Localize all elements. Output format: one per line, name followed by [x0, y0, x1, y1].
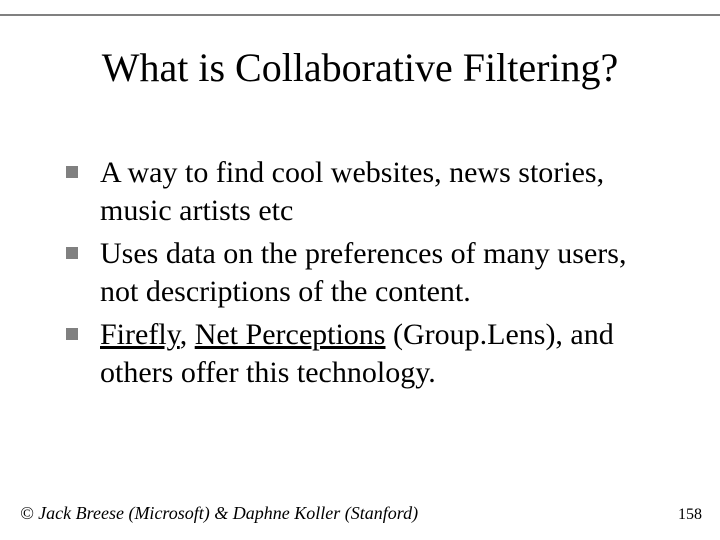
top-rule	[0, 14, 720, 16]
square-bullet-icon	[66, 166, 78, 178]
page-number: 158	[678, 506, 702, 524]
slide-title: What is Collaborative Filtering?	[0, 44, 720, 91]
bullet-sep: ,	[180, 318, 195, 351]
bullet-text: Uses data on the preferences of many use…	[100, 237, 626, 308]
list-item: Uses data on the preferences of many use…	[60, 235, 670, 310]
link-net-perceptions[interactable]: Net Perceptions	[195, 318, 386, 351]
bullet-text: A way to find cool websites, news storie…	[100, 156, 604, 227]
square-bullet-icon	[66, 247, 78, 259]
link-firefly[interactable]: Firefly	[100, 318, 180, 351]
footer-credit: © Jack Breese (Microsoft) & Daphne Kolle…	[20, 503, 418, 524]
square-bullet-icon	[66, 328, 78, 340]
slide: What is Collaborative Filtering? A way t…	[0, 0, 720, 540]
list-item: A way to find cool websites, news storie…	[60, 154, 670, 229]
slide-body: A way to find cool websites, news storie…	[60, 154, 670, 397]
list-item: Firefly, Net Perceptions (Group.Lens), a…	[60, 316, 670, 391]
